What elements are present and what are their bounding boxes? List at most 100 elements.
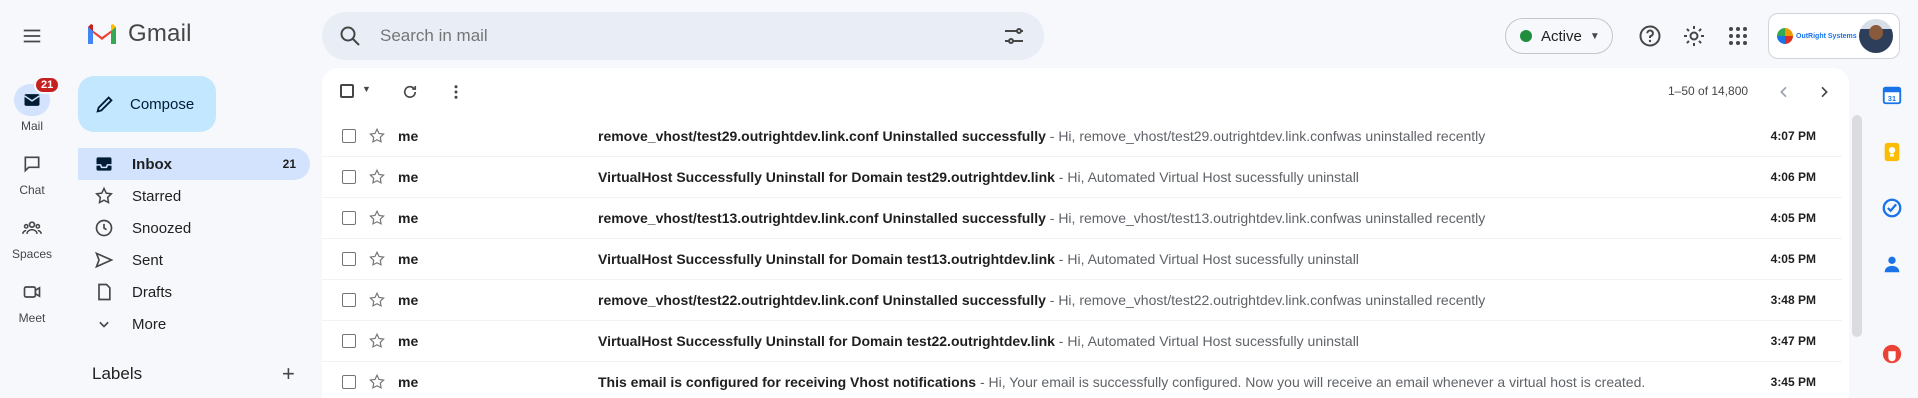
nav-item-more[interactable]: More xyxy=(78,308,310,340)
email-time: 4:05 PM xyxy=(1770,211,1816,225)
rail-item-chat[interactable]: Chat xyxy=(0,148,64,197)
email-row[interactable]: me This email is configured for receivin… xyxy=(322,362,1842,398)
row-checkbox[interactable] xyxy=(342,334,356,348)
chevron-right-icon xyxy=(1821,86,1828,98)
active-status-icon xyxy=(1520,30,1532,42)
clock-icon xyxy=(95,219,113,237)
row-checkbox[interactable] xyxy=(342,293,356,307)
row-checkbox[interactable] xyxy=(342,211,356,225)
inbox-unread-count: 21 xyxy=(282,157,296,171)
nav-item-inbox[interactable]: Inbox 21 xyxy=(78,148,310,180)
email-row[interactable]: me VirtualHost Successfully Uninstall fo… xyxy=(322,321,1842,362)
contacts-app-button[interactable] xyxy=(1880,252,1904,276)
tasks-icon xyxy=(1882,198,1902,218)
account-button[interactable]: OutRight Systems xyxy=(1768,13,1900,59)
row-checkbox[interactable] xyxy=(342,375,356,389)
email-snippet: - Hi, Automated Virtual Host sucessfully… xyxy=(1054,333,1359,349)
nav-item-sent[interactable]: Sent xyxy=(78,244,310,276)
search-icon[interactable] xyxy=(338,24,362,48)
row-checkbox[interactable] xyxy=(342,252,356,266)
email-sender: me xyxy=(398,210,419,226)
star-toggle-icon[interactable] xyxy=(368,168,386,186)
addon-app-button[interactable] xyxy=(1880,342,1904,366)
create-label-button[interactable]: + xyxy=(282,363,295,385)
settings-button[interactable] xyxy=(1678,20,1710,52)
star-toggle-icon[interactable] xyxy=(368,291,386,309)
nav-item-drafts[interactable]: Drafts xyxy=(78,276,310,308)
email-row[interactable]: me remove_vhost/test13.outrightdev.link.… xyxy=(322,198,1842,239)
email-subject: remove_vhost/test13.outrightdev.link.con… xyxy=(598,210,1046,226)
rail-label: Chat xyxy=(19,183,45,197)
more-vertical-icon xyxy=(454,85,458,99)
spaces-icon xyxy=(22,221,42,234)
email-sender: me xyxy=(398,251,419,267)
nav-label: Snoozed xyxy=(132,219,192,237)
pagination-label: 1–50 of 14,800 xyxy=(1668,84,1749,98)
rail-item-mail[interactable]: 21 Mail xyxy=(0,76,64,133)
email-sender: me xyxy=(398,169,419,185)
organization-logo-icon xyxy=(1777,28,1793,44)
email-subject: VirtualHost Successfully Uninstall for D… xyxy=(598,251,1055,267)
email-row[interactable]: me remove_vhost/test29.outrightdev.link.… xyxy=(322,116,1842,157)
list-toolbar: ▼ 1–50 of 14,800 xyxy=(322,68,1849,116)
gmail-logo[interactable]: Gmail xyxy=(86,20,192,48)
row-checkbox[interactable] xyxy=(342,129,356,143)
refresh-button[interactable] xyxy=(398,80,422,104)
rail-item-spaces[interactable]: Spaces xyxy=(0,212,64,261)
email-sender: me xyxy=(398,374,419,390)
pencil-icon xyxy=(96,96,113,113)
search-bar[interactable] xyxy=(322,12,1044,60)
nav-label: Starred xyxy=(132,187,182,205)
email-subject: VirtualHost Successfully Uninstall for D… xyxy=(598,169,1055,185)
star-toggle-icon[interactable] xyxy=(368,373,386,391)
search-options-icon[interactable] xyxy=(1002,24,1026,48)
email-preview: VirtualHost Successfully Uninstall for D… xyxy=(598,333,1748,349)
rail-mail-pill: 21 xyxy=(14,76,61,116)
star-icon xyxy=(95,186,113,204)
email-row[interactable]: me remove_vhost/test22.outrightdev.link.… xyxy=(322,280,1842,321)
nav-item-starred[interactable]: Starred xyxy=(78,180,310,212)
compose-button[interactable]: Compose xyxy=(78,76,216,132)
select-menu-caret-icon[interactable]: ▼ xyxy=(362,84,371,94)
row-checkbox[interactable] xyxy=(342,170,356,184)
email-snippet: - Hi, remove_vhost/test13.outrightdev.li… xyxy=(1045,210,1486,226)
newer-page-button[interactable] xyxy=(1772,80,1796,104)
star-toggle-icon[interactable] xyxy=(368,250,386,268)
keep-app-button[interactable] xyxy=(1880,140,1904,164)
search-input[interactable] xyxy=(378,25,1002,47)
tasks-app-button[interactable] xyxy=(1880,196,1904,220)
rail-item-meet[interactable]: Meet xyxy=(0,276,64,325)
select-all-checkbox[interactable] xyxy=(340,84,354,98)
main-menu-button[interactable] xyxy=(16,20,48,52)
star-toggle-icon[interactable] xyxy=(368,127,386,145)
apps-button[interactable] xyxy=(1722,20,1754,52)
email-row[interactable]: me VirtualHost Successfully Uninstall fo… xyxy=(322,157,1842,198)
organization-name: OutRight Systems xyxy=(1796,32,1857,40)
email-snippet: - Hi, remove_vhost/test29.outrightdev.li… xyxy=(1045,128,1486,144)
email-preview: remove_vhost/test22.outrightdev.link.con… xyxy=(598,292,1748,308)
support-button[interactable] xyxy=(1634,20,1666,52)
star-toggle-icon[interactable] xyxy=(368,209,386,227)
list-scrollbar[interactable] xyxy=(1852,115,1862,337)
email-time: 3:47 PM xyxy=(1770,334,1816,348)
chat-icon xyxy=(24,156,40,173)
nav-label: Inbox xyxy=(132,155,172,173)
keep-icon xyxy=(1884,142,1900,162)
email-list: me remove_vhost/test29.outrightdev.link.… xyxy=(322,116,1842,398)
email-subject: VirtualHost Successfully Uninstall for D… xyxy=(598,333,1055,349)
status-button[interactable]: Active ▼ xyxy=(1505,18,1613,54)
nav-item-snoozed[interactable]: Snoozed xyxy=(78,212,310,244)
status-label: Active xyxy=(1541,27,1582,45)
older-page-button[interactable] xyxy=(1812,80,1836,104)
calendar-app-button[interactable]: 31 xyxy=(1880,83,1904,107)
star-toggle-icon[interactable] xyxy=(368,332,386,350)
email-preview: VirtualHost Successfully Uninstall for D… xyxy=(598,251,1748,267)
draft-icon xyxy=(98,283,111,301)
rail-label: Spaces xyxy=(11,247,53,261)
email-row[interactable]: me VirtualHost Successfully Uninstall fo… xyxy=(322,239,1842,280)
refresh-icon xyxy=(403,85,417,98)
organization-logo: OutRight Systems xyxy=(1777,28,1857,44)
send-icon xyxy=(95,251,114,269)
more-actions-button[interactable] xyxy=(444,80,468,104)
avatar[interactable] xyxy=(1859,19,1893,53)
